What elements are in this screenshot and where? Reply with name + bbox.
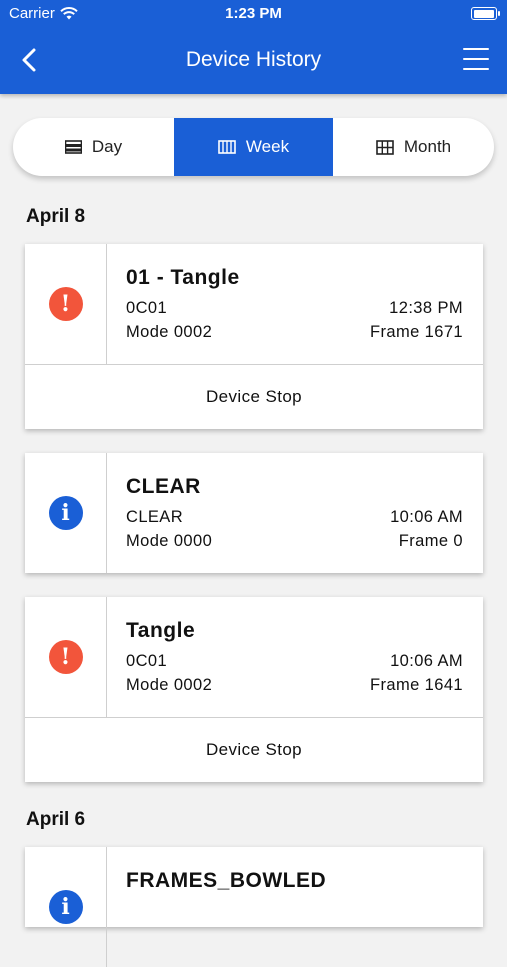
segment-day-label: Day [91,137,123,156]
period-selector: Day Week Month [13,118,494,176]
event-icon-column: i [25,847,107,967]
day-icon [64,140,82,154]
page-title: Device History [185,48,322,71]
segment-week[interactable]: Week [174,118,333,176]
event-title: 01 - Tangle [126,266,240,289]
event-mode: Mode 0002 [126,323,213,341]
event-title: Tangle [126,619,196,642]
event-frame: Frame 1641 [370,676,463,694]
alert-icon: ! [48,640,83,674]
event-code: 0C01 [126,652,168,670]
event-time: 12:38 PM [389,299,463,317]
segment-day[interactable]: Day [13,118,174,176]
menu-button[interactable] [463,48,489,72]
event-title: CLEAR [126,475,201,498]
event-frame: Frame 1671 [370,323,463,341]
event-code: 0C01 [126,299,168,317]
event-code: CLEAR [126,508,184,526]
segment-month[interactable]: Month [333,118,494,176]
event-icon-column: ! [25,597,107,717]
event-card[interactable]: ! 01 - Tangle 0C01 12:38 PM Mode 0002 Fram… [25,244,483,429]
nav-bar: Device History [0,28,507,94]
event-icon-column: ! [25,244,107,364]
event-time: 10:06 AM [390,508,463,526]
event-mode: Mode 0002 [126,676,213,694]
clock: 1:23 PM [225,5,282,22]
device-stop-button[interactable]: Device Stop [25,717,483,782]
event-card[interactable]: ! Tangle 0C01 10:06 AM Mode 0002 Frame 164… [25,597,483,782]
segment-month-label: Month [403,137,452,156]
segment-week-label: Week [245,137,290,156]
event-card[interactable]: i CLEAR CLEAR 10:06 AM Mode 0000 Frame 0 [25,453,483,573]
app-header: Carrier 1:23 PM Device History [0,0,507,94]
event-time: 10:06 AM [390,652,463,670]
status-bar: Carrier 1:23 PM [0,0,507,28]
event-card[interactable]: i FRAMES_BOWLED [25,847,483,967]
alert-icon: ! [48,287,83,321]
week-icon [218,140,236,154]
event-title: FRAMES_BOWLED [126,869,327,892]
month-icon [376,139,394,155]
event-icon-column: i [25,453,107,573]
date-header: April 6 [26,809,86,830]
battery-icon [471,7,500,20]
date-header: April 8 [26,206,86,227]
info-icon: i [48,496,83,530]
device-stop-button[interactable]: Device Stop [25,364,483,429]
hamburger-icon [463,48,489,50]
event-mode: Mode 0000 [126,532,213,550]
event-frame: Frame 0 [398,532,463,550]
info-icon: i [48,890,83,924]
